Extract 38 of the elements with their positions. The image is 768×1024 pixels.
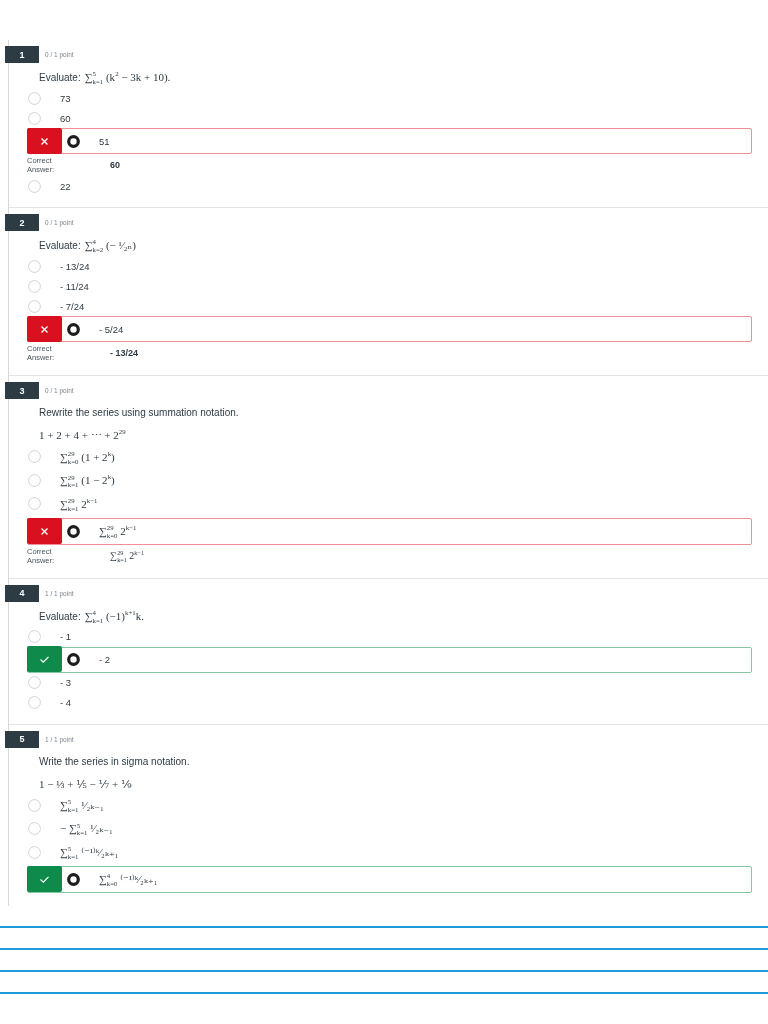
- question-number: 3: [5, 382, 39, 399]
- answer-option[interactable]: ∑$^{29}$$_{k=1}$ (1 − 2$^{k}$): [27, 468, 115, 492]
- answer-option[interactable]: ∑$^{5}$$_{k=1}$ ⁽⁻¹⁾ᵏ⁄₂ₖ₊₁: [27, 840, 119, 864]
- answer-option[interactable]: - 1: [27, 626, 72, 647]
- question-number: 5: [5, 730, 39, 748]
- question-prompt: Evaluate:: [39, 240, 81, 251]
- question-prompt: Rewrite the series using summation notation.: [39, 407, 239, 418]
- correct-answer-value: 60: [110, 160, 120, 170]
- answer-option[interactable]: - 4: [27, 692, 72, 713]
- correct-answer-value: ∑$^{29}$$_{k=1}$ 2$^{k−1}$: [110, 550, 144, 561]
- answer-option[interactable]: ∑$^{29}$$_{k=0}$ (1 + 2$^{k}$): [27, 445, 115, 469]
- answer-option[interactable]: - 5/24: [27, 316, 752, 342]
- answer-option[interactable]: - 11/24: [27, 276, 89, 296]
- question-prompt: Write the series in sigma notation.: [39, 755, 190, 767]
- answer-option[interactable]: - 7/24: [27, 296, 85, 316]
- answer-option[interactable]: ∑$^{29}$$_{k=1}$ 2$^{k−1}$: [27, 492, 98, 516]
- question-formula: ∑$^{5}$$_{k=1}$ (k$^{2}$ − 3k + 10).: [84, 71, 171, 83]
- series-expression: 1 − ⅓ + ⅕ − ⅐ + ⅑: [39, 777, 132, 791]
- answer-option[interactable]: - 3: [27, 672, 72, 693]
- answer-option[interactable]: - 13/24: [27, 256, 90, 276]
- question-number: 2: [5, 214, 39, 231]
- question-formula: ∑$^{4}$$_{k=2}$ (− ¹⁄₂ₙ): [84, 239, 136, 252]
- question-number: 1: [5, 46, 39, 63]
- correct-answer-value: - 13/24: [110, 348, 139, 358]
- answer-option[interactable]: 60: [27, 108, 71, 128]
- answer-option[interactable]: − ∑$^{5}$$_{k=1}$ ¹⁄₂ₖ₋₁: [27, 817, 113, 841]
- question-number: 4: [5, 584, 39, 602]
- answer-option[interactable]: ∑$^{5}$$_{k=1}$ ¹⁄₂ₖ₋₁: [27, 793, 104, 817]
- series-expression: 1 + 2 + 4 + ⋯ + 2$^{29}$: [39, 429, 126, 442]
- question-prompt: Evaluate:: [39, 610, 81, 622]
- question-formula: ∑$^{4}$$_{k=1}$ (−1)$^{k+1}$k.: [84, 609, 144, 622]
- answer-option[interactable]: ∑$^{4}$$_{k=0}$ ⁽⁻¹⁾ᵏ⁄₂ₖ₊₁: [27, 866, 752, 893]
- question-prompt: Evaluate:: [39, 72, 81, 83]
- answer-option[interactable]: ∑$^{29}$$_{k=0}$ 2$^{k−1}$: [27, 517, 752, 545]
- answer-option[interactable]: 73: [27, 88, 71, 108]
- answer-option[interactable]: 22: [27, 176, 71, 196]
- answer-option[interactable]: - 2: [27, 646, 752, 673]
- answer-option[interactable]: 51: [27, 128, 752, 154]
